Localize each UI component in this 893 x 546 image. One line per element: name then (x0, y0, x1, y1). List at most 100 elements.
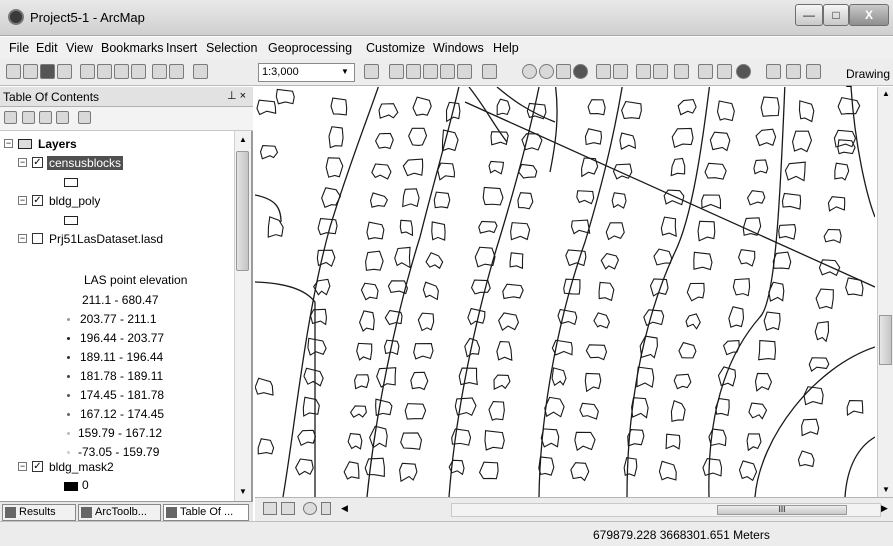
forward-arrow-icon[interactable] (653, 64, 668, 79)
data-view-icon[interactable] (263, 502, 277, 515)
layer-visibility-checkbox[interactable]: ✓ (32, 195, 43, 206)
options-icon[interactable] (78, 111, 91, 124)
measure-icon[interactable] (786, 64, 801, 79)
las-class-color-swatch (67, 394, 70, 397)
delete-icon[interactable] (131, 64, 146, 79)
map-hscroll-thumb[interactable]: III (717, 505, 847, 515)
select-features-icon[interactable] (674, 64, 689, 79)
close-button[interactable]: X (849, 4, 889, 26)
list-by-source-icon[interactable] (22, 111, 35, 124)
layer-visibility-checkbox[interactable]: ✓ (32, 157, 43, 168)
chevron-down-icon[interactable]: ▼ (341, 67, 349, 76)
hyperlink-icon[interactable] (806, 64, 821, 79)
full-extent-icon[interactable] (573, 64, 588, 79)
editor-toolbar-icon[interactable] (364, 64, 379, 79)
menu-customize[interactable]: Customize (366, 41, 425, 55)
menu-insert[interactable]: Insert (166, 41, 197, 55)
list-by-visibility-icon[interactable] (39, 111, 52, 124)
tab-arctoolbox[interactable]: ArcToolb... (78, 504, 161, 521)
layer-visibility-checkbox[interactable] (32, 233, 43, 244)
toc-vertical-scrollbar[interactable]: ▲ ▼ (234, 131, 251, 501)
toc-pin-close-icon[interactable]: ⊥ × (227, 89, 246, 102)
print-icon[interactable] (57, 64, 72, 79)
menu-geoprocessing[interactable]: Geoprocessing (268, 41, 352, 55)
scroll-down-icon[interactable]: ▼ (239, 487, 247, 496)
map-display[interactable] (255, 87, 875, 497)
menu-file[interactable]: File (9, 41, 29, 55)
menu-windows[interactable]: Windows (433, 41, 484, 55)
add-data-icon[interactable] (193, 64, 208, 79)
collapse-icon[interactable]: − (18, 158, 27, 167)
zoom-out-icon[interactable] (539, 64, 554, 79)
building-footprint (587, 99, 606, 116)
new-document-icon[interactable] (6, 64, 21, 79)
layer-row-bldg-poly[interactable]: − ✓ bldg_poly (0, 193, 230, 211)
layer-row-las-dataset[interactable]: − Prj51LasDataset.lasd (0, 231, 230, 249)
zoom-in-icon[interactable] (522, 64, 537, 79)
collapse-icon[interactable]: − (18, 196, 27, 205)
layout-view-icon[interactable] (281, 502, 295, 515)
scroll-down-icon[interactable]: ▼ (882, 485, 890, 494)
back-arrow-icon[interactable] (636, 64, 651, 79)
pan-hand-icon[interactable] (556, 64, 571, 79)
fixed-zoom-out-icon[interactable] (613, 64, 628, 79)
census-block-boundary (366, 87, 460, 497)
toc-scroll-thumb[interactable] (236, 151, 249, 271)
building-footprint (649, 278, 669, 297)
refresh-icon[interactable] (303, 502, 317, 515)
save-icon[interactable] (40, 64, 55, 79)
scroll-up-icon[interactable]: ▲ (239, 135, 247, 144)
maximize-button[interactable]: □ (823, 4, 849, 26)
layers-data-frame[interactable]: − Layers (0, 136, 230, 154)
layer-name[interactable]: bldg_poly (49, 194, 100, 208)
python-window-icon[interactable] (457, 64, 472, 79)
building-footprint (715, 397, 730, 417)
find-icon[interactable] (766, 64, 781, 79)
undo-icon[interactable] (152, 64, 167, 79)
map-canvas[interactable] (255, 87, 875, 497)
list-by-drawing-order-icon[interactable] (4, 111, 17, 124)
collapse-icon[interactable]: − (18, 462, 27, 471)
census-block-boundary (850, 87, 875, 218)
menu-selection[interactable]: Selection (206, 41, 257, 55)
identify-icon[interactable] (736, 64, 751, 79)
menu-edit[interactable]: Edit (36, 41, 58, 55)
pause-drawing-icon[interactable] (321, 502, 331, 515)
collapse-icon[interactable]: − (4, 139, 13, 148)
scroll-up-icon[interactable]: ▲ (882, 89, 890, 98)
scroll-left-icon[interactable]: ◀ (341, 503, 348, 514)
open-icon[interactable] (23, 64, 38, 79)
collapse-icon[interactable]: − (18, 234, 27, 243)
layer-row-censusblocks[interactable]: − ✓ censusblocks (0, 155, 230, 173)
layer-row-bldg-mask2[interactable]: − ✓ bldg_mask2 (0, 459, 230, 477)
layer-name[interactable]: Prj51LasDataset.lasd (49, 232, 163, 246)
menu-bookmarks[interactable]: Bookmarks (101, 41, 164, 55)
menu-help[interactable]: Help (493, 41, 519, 55)
redo-icon[interactable] (169, 64, 184, 79)
menu-view[interactable]: View (66, 41, 93, 55)
layer-visibility-checkbox[interactable]: ✓ (32, 461, 43, 472)
search-window-icon[interactable] (423, 64, 438, 79)
layer-name[interactable]: bldg_mask2 (49, 460, 114, 474)
building-footprint (678, 341, 697, 359)
tab-results[interactable]: Results (2, 504, 76, 521)
select-elements-icon[interactable] (717, 64, 732, 79)
map-vertical-scrollbar[interactable]: ▲ ▼ (877, 87, 893, 497)
fixed-zoom-in-icon[interactable] (596, 64, 611, 79)
paste-icon[interactable] (114, 64, 129, 79)
clear-selection-icon[interactable] (698, 64, 713, 79)
cut-icon[interactable] (80, 64, 95, 79)
tab-table-of-contents[interactable]: Table Of ... (163, 504, 249, 521)
scroll-right-icon[interactable]: ▶ (881, 503, 888, 514)
map-scroll-thumb[interactable] (879, 315, 892, 365)
arctoolbox-icon[interactable] (440, 64, 455, 79)
model-builder-icon[interactable] (482, 64, 497, 79)
layer-name[interactable]: censusblocks (47, 156, 124, 170)
copy-icon[interactable] (97, 64, 112, 79)
list-by-selection-icon[interactable] (56, 111, 69, 124)
map-horizontal-scrollbar[interactable]: III (451, 503, 881, 517)
table-of-contents-icon[interactable] (389, 64, 404, 79)
catalog-window-icon[interactable] (406, 64, 421, 79)
census-block-boundary (282, 87, 379, 497)
minimize-button[interactable]: — (795, 4, 823, 26)
